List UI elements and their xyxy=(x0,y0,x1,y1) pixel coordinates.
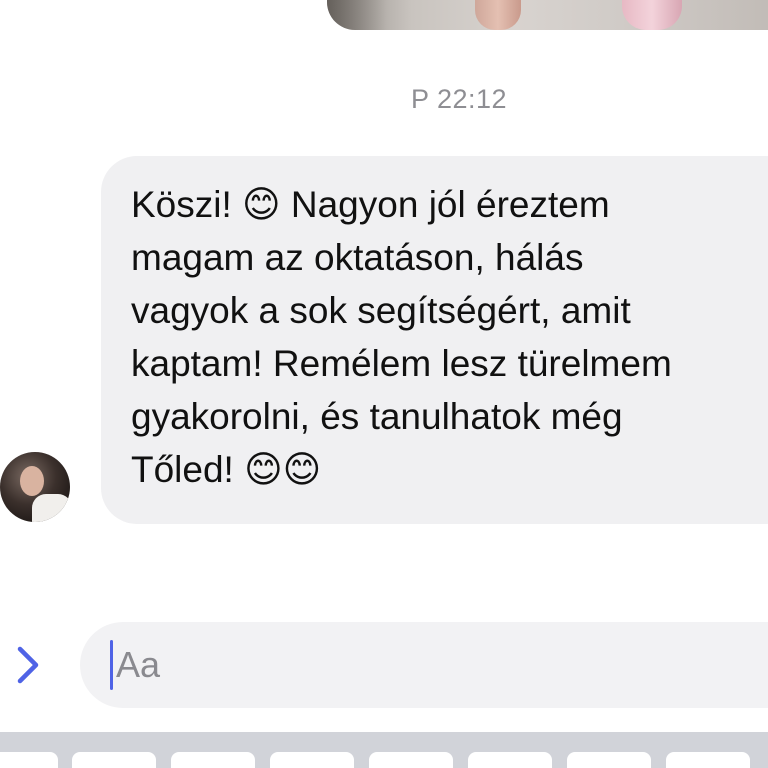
text-caret xyxy=(110,640,113,690)
message-input[interactable] xyxy=(114,622,676,708)
message-text: Köszi! 😊 Nagyon jól éreztem magam az okt… xyxy=(131,184,672,490)
keyboard-key[interactable] xyxy=(369,752,453,768)
avatar-face xyxy=(20,466,44,496)
keyboard-key[interactable] xyxy=(666,752,750,768)
message-composer xyxy=(0,620,768,710)
chevron-right-icon xyxy=(17,646,39,684)
expand-button[interactable] xyxy=(6,642,50,688)
keyboard-key[interactable] xyxy=(468,752,552,768)
avatar-shirt xyxy=(32,494,70,522)
message-timestamp: P 22:12 xyxy=(410,84,508,114)
keyboard-key[interactable] xyxy=(270,752,354,768)
keyboard-key[interactable] xyxy=(72,752,156,768)
photo-message[interactable] xyxy=(327,0,768,30)
keyboard-key[interactable] xyxy=(171,752,255,768)
photo-shadow xyxy=(327,0,387,30)
keyboard-key[interactable] xyxy=(567,752,651,768)
keyboard xyxy=(0,732,768,768)
message-input-wrapper[interactable] xyxy=(80,622,768,708)
photo-shoe xyxy=(622,0,682,30)
photo-leg xyxy=(475,0,521,30)
chat-screen: P 22:12 Köszi! 😊 Nagyon jól éreztem maga… xyxy=(0,0,768,768)
avatar[interactable] xyxy=(0,452,70,522)
message-bubble[interactable]: Köszi! 😊 Nagyon jól éreztem magam az okt… xyxy=(101,156,768,524)
keyboard-key[interactable] xyxy=(0,752,58,768)
